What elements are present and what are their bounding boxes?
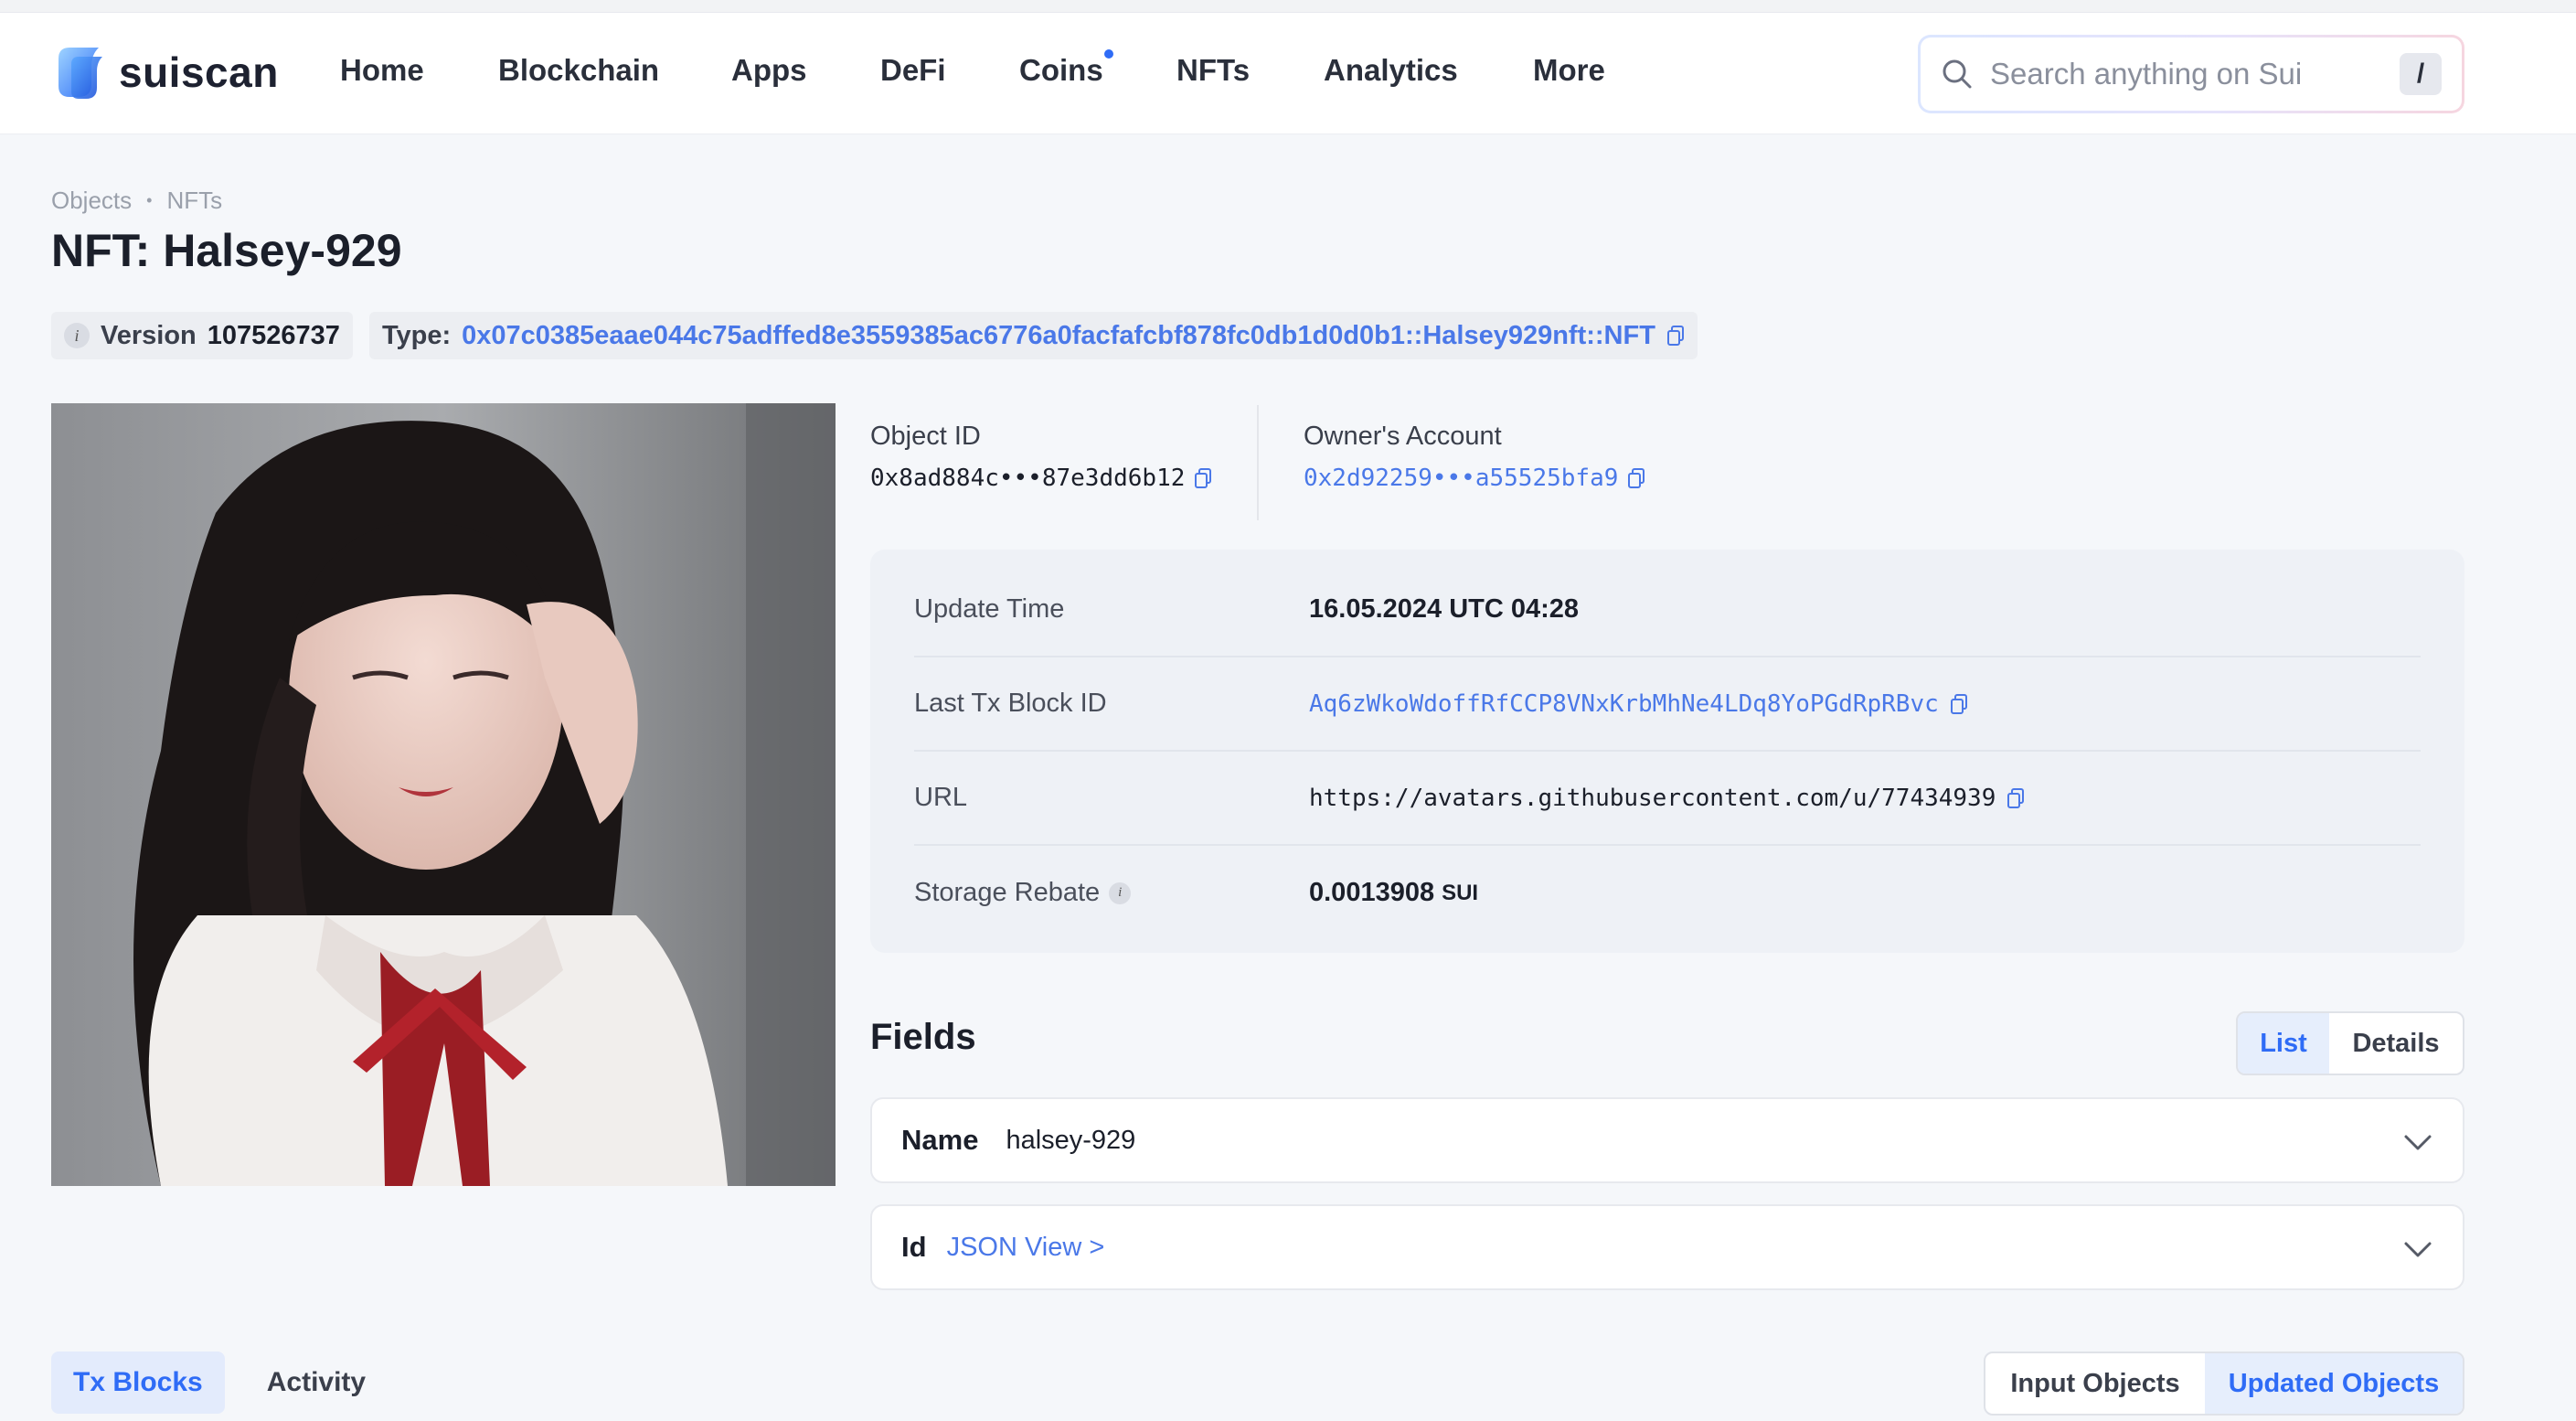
search-input[interactable] [1990, 57, 2383, 91]
suiscan-logo[interactable]: suiscan [51, 44, 279, 101]
bottom-tabs: Tx Blocks Activity [51, 1352, 388, 1414]
nav-analytics[interactable]: Analytics [1324, 53, 1458, 88]
field-name-value: halsey-929 [1006, 1125, 1136, 1155]
chevron-down-icon[interactable] [2402, 1234, 2433, 1265]
copy-icon[interactable] [1666, 325, 1685, 347]
type-label: Type: [381, 320, 452, 350]
field-id-label: Id [901, 1231, 927, 1263]
property-row-storage-rebate: Storage Rebate i 0.0013908 SUI [914, 846, 2421, 940]
browser-top-edge [0, 0, 2576, 13]
fields-view-toggle: List Details [2236, 1011, 2464, 1075]
id-divider [1257, 405, 1259, 520]
breadcrumb-nfts[interactable]: NFTs [166, 187, 222, 215]
type-chip: Type: 0x07c0385eaae044c75adffed8e3559385… [368, 312, 1698, 359]
storage-rebate-value: 0.0013908 [1309, 878, 1435, 907]
type-link[interactable]: 0x07c0385eaae044c75adffed8e3559385ac6776… [462, 321, 1655, 351]
version-value: 107526737 [207, 320, 340, 350]
copy-icon[interactable] [1194, 467, 1212, 489]
copy-icon[interactable] [1950, 693, 1968, 715]
nav-defi[interactable]: DeFi [880, 53, 946, 88]
nav-coins[interactable]: Coins [1019, 53, 1103, 88]
search-icon [1943, 59, 1972, 89]
tab-tx-blocks[interactable]: Tx Blocks [51, 1352, 225, 1414]
update-time-value: 16.05.2024 UTC 04:28 [1309, 594, 1580, 624]
storage-rebate-label: Storage Rebate [914, 878, 1101, 907]
updated-objects-button[interactable]: Updated Objects [2205, 1353, 2463, 1414]
property-row-update-time: Update Time 16.05.2024 UTC 04:28 [914, 563, 2421, 657]
url-value: https://avatars.githubusercontent.com/u/… [1309, 784, 1996, 812]
property-row-last-tx: Last Tx Block ID Aq6zWkoWdoffRfCCP8VNxKr… [914, 657, 2421, 752]
details-view-button[interactable]: Details [2329, 1013, 2463, 1074]
breadcrumb-objects[interactable]: Objects [51, 187, 132, 215]
breadcrumb: Objects • NFTs [51, 187, 222, 215]
field-row-id[interactable]: Id JSON View > [870, 1204, 2464, 1290]
owner-account-block: Owner's Account 0x2d92259•••a55525bfa9 [1304, 422, 1645, 492]
last-tx-label: Last Tx Block ID [914, 689, 1107, 718]
version-label: Version [101, 320, 197, 350]
breadcrumb-separator: • [146, 191, 153, 209]
list-view-button[interactable]: List [2238, 1013, 2329, 1074]
property-row-url: URL https://avatars.githubusercontent.co… [914, 752, 2421, 846]
search-box: / [1918, 35, 2464, 113]
input-objects-button[interactable]: Input Objects [1985, 1353, 2205, 1414]
owner-account-link[interactable]: 0x2d92259•••a55525bfa9 [1304, 465, 1618, 492]
owner-account-label: Owner's Account [1304, 422, 1502, 451]
update-time-label: Update Time [914, 594, 1065, 624]
field-name-label: Name [901, 1124, 979, 1156]
field-row-name[interactable]: Name halsey-929 [870, 1097, 2464, 1183]
nav-nfts[interactable]: NFTs [1176, 53, 1250, 88]
object-id-label: Object ID [870, 422, 981, 451]
chevron-down-icon[interactable] [2402, 1127, 2433, 1158]
info-icon[interactable]: i [1109, 881, 1132, 904]
copy-icon[interactable] [1627, 467, 1645, 489]
info-icon: i [64, 323, 90, 348]
fields-heading: Fields [870, 1017, 976, 1057]
app-name: suiscan [119, 48, 279, 96]
nav-apps[interactable]: Apps [731, 53, 807, 88]
page-title: NFT: Halsey-929 [51, 225, 402, 276]
nft-image[interactable] [51, 403, 836, 1186]
last-tx-link[interactable]: Aq6zWkoWdoffRfCCP8VNxKrbMhNe4LDq8YoPGdRp… [1309, 690, 1939, 718]
coins-notification-dot [1104, 49, 1113, 59]
copy-icon[interactable] [2007, 787, 2025, 809]
object-id-value: 0x8ad884c•••87e3dd6b12 [870, 465, 1186, 492]
storage-rebate-unit: SUI [1442, 880, 1479, 905]
json-view-link[interactable]: JSON View > [947, 1233, 1105, 1263]
version-chip: i Version 107526737 [51, 312, 353, 359]
search-shortcut-key: / [2400, 53, 2442, 95]
object-properties-panel: Update Time 16.05.2024 UTC 04:28 Last Tx… [870, 550, 2464, 953]
nav-blockchain[interactable]: Blockchain [498, 53, 659, 88]
url-label: URL [914, 783, 968, 812]
nav-more[interactable]: More [1533, 53, 1605, 88]
object-id-block: Object ID 0x8ad884c•••87e3dd6b12 [870, 422, 1212, 492]
suiscan-logo-icon [59, 48, 102, 99]
nav-home[interactable]: Home [340, 53, 424, 88]
meta-chips: i Version 107526737 Type: 0x07c0385eaae0… [51, 312, 1698, 359]
nft-portrait-illustration [51, 403, 836, 1186]
tab-activity[interactable]: Activity [245, 1352, 388, 1414]
top-navbar: suiscan Home Blockchain Apps DeFi Coins … [0, 13, 2576, 134]
objects-toggle: Input Objects Updated Objects [1984, 1352, 2464, 1416]
